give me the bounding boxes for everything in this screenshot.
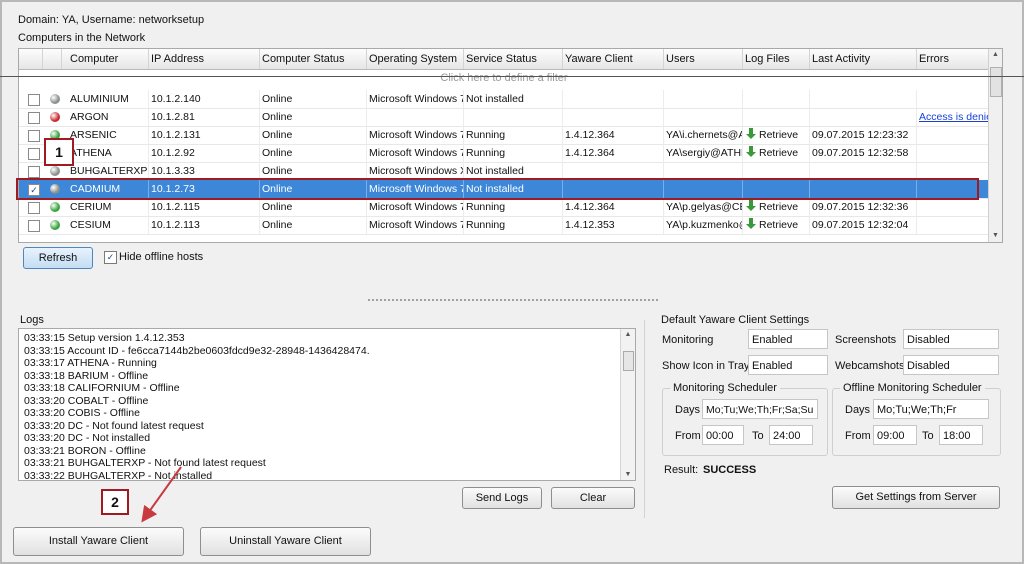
annotation-arrow bbox=[141, 466, 182, 523]
